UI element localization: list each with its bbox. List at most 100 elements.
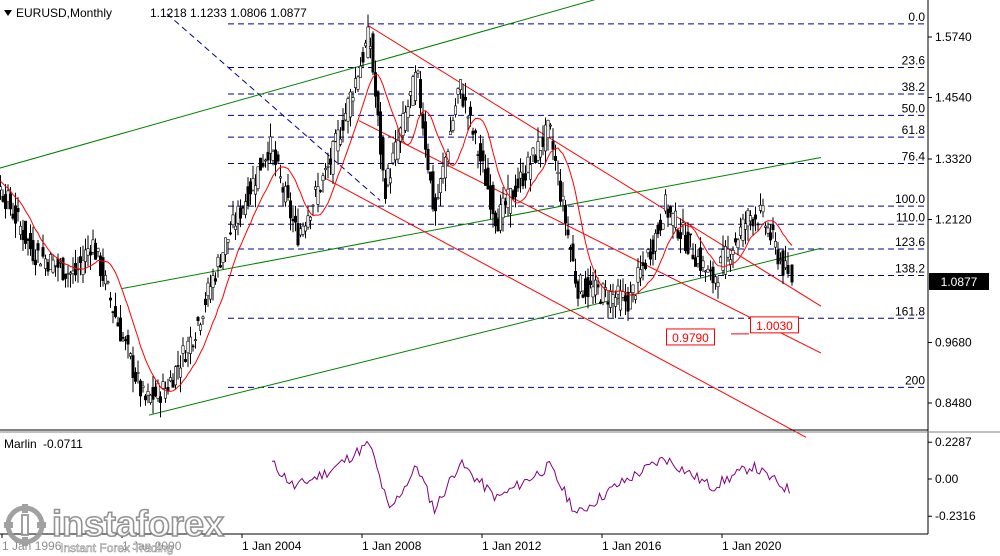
- candle-body: [763, 225, 767, 228]
- candle-body: [598, 301, 602, 304]
- candle-body: [566, 229, 570, 236]
- candle-body: [381, 137, 385, 171]
- candle-body: [611, 294, 615, 304]
- candle-body: [703, 270, 707, 273]
- candle-body: [388, 177, 392, 184]
- price-tick-label: 1.2120: [935, 212, 972, 226]
- candle-body: [411, 76, 415, 106]
- candle-body: [356, 76, 360, 90]
- candle-body: [496, 218, 500, 232]
- candle-body: [106, 281, 110, 284]
- candle-body: [176, 365, 180, 367]
- candle-body: [338, 138, 342, 145]
- candle-body: [181, 345, 185, 354]
- candle-body: [531, 147, 535, 156]
- candle-body: [94, 242, 98, 260]
- candle-body: [361, 51, 365, 63]
- candle-body: [486, 167, 490, 190]
- candle-body: [718, 256, 722, 264]
- candle-body: [268, 136, 272, 154]
- fib-level-label: 138.2: [895, 261, 925, 275]
- candle-body: [131, 355, 135, 379]
- candle-body: [476, 154, 480, 156]
- candle-body: [536, 141, 540, 161]
- candle-body: [86, 248, 90, 256]
- candle-body: [11, 213, 15, 219]
- chart-root: 0.0 23.6 38.2 50.0 61.8 76.4 100.0 110.0 123.6 13…: [0, 0, 1000, 556]
- candle-body: [696, 256, 700, 264]
- candle-body: [588, 280, 592, 286]
- candle-body: [33, 259, 37, 266]
- candle-body: [371, 33, 375, 73]
- fib-level-label: 200: [905, 373, 925, 387]
- candle-body: [333, 133, 337, 142]
- candle-body: [273, 149, 277, 165]
- candle-body: [391, 152, 395, 164]
- candle-body: [661, 223, 665, 230]
- candle-body: [423, 121, 427, 150]
- candle-body: [748, 215, 752, 222]
- candle-body: [214, 278, 218, 282]
- candle-body: [276, 154, 280, 162]
- candle-body: [458, 79, 462, 91]
- price-tick-label: 0.8480: [935, 396, 972, 410]
- candle-body: [671, 213, 675, 226]
- candle-body: [216, 256, 220, 267]
- candle-body: [196, 317, 200, 322]
- candle-body: [736, 239, 740, 249]
- candle-body: [461, 93, 465, 107]
- candle-body: [436, 197, 440, 199]
- candle-body: [241, 206, 245, 209]
- candle-body: [234, 225, 238, 230]
- candle-body: [453, 105, 457, 115]
- candle-body: [291, 219, 295, 222]
- ohlc-values: 1.1218 1.1233 1.0806 1.0877: [150, 6, 307, 20]
- candle-body: [576, 281, 580, 299]
- candle-body: [508, 188, 512, 214]
- candle-body: [121, 336, 125, 339]
- candle-body: [613, 297, 617, 307]
- candle-body: [136, 372, 140, 374]
- candle-body: [643, 263, 647, 269]
- candle-body: [658, 219, 662, 231]
- candle-body: [543, 124, 547, 152]
- candle-body: [64, 273, 68, 279]
- candle-body: [114, 306, 118, 318]
- candle-body: [134, 371, 138, 382]
- candle-body: [53, 264, 57, 267]
- candle-body: [116, 322, 120, 327]
- candle-body: [23, 220, 27, 244]
- candle-body: [561, 195, 565, 201]
- candle-body: [776, 249, 780, 265]
- candle-body: [141, 385, 145, 388]
- candle-body: [306, 215, 310, 228]
- candle-body: [383, 178, 387, 199]
- candle-body: [513, 185, 517, 198]
- candle-body: [9, 193, 13, 210]
- candle-body: [456, 88, 460, 95]
- candle-body: [653, 232, 657, 252]
- candle-body: [418, 79, 422, 109]
- candle-body: [726, 248, 730, 258]
- candle-body: [596, 284, 600, 288]
- candle-body: [246, 186, 250, 206]
- candle-body: [578, 274, 582, 293]
- candle-body: [48, 254, 52, 270]
- candle-body: [616, 285, 620, 295]
- candle-body: [466, 116, 470, 119]
- candle-body: [683, 234, 687, 252]
- candle-body: [323, 168, 327, 171]
- fib-level-label: 38.2: [902, 80, 926, 94]
- candle-body: [89, 251, 93, 256]
- fib-level-label: 110.0: [896, 210, 925, 224]
- candle-body: [673, 210, 677, 228]
- candle-body: [254, 185, 258, 195]
- candle-body: [328, 158, 332, 165]
- candle-body: [351, 97, 355, 102]
- candle-body: [521, 173, 525, 187]
- candle-body: [191, 345, 195, 348]
- candle-body: [698, 247, 702, 271]
- candle-body: [623, 295, 627, 302]
- candle-body: [368, 46, 372, 49]
- candle-body: [311, 204, 315, 207]
